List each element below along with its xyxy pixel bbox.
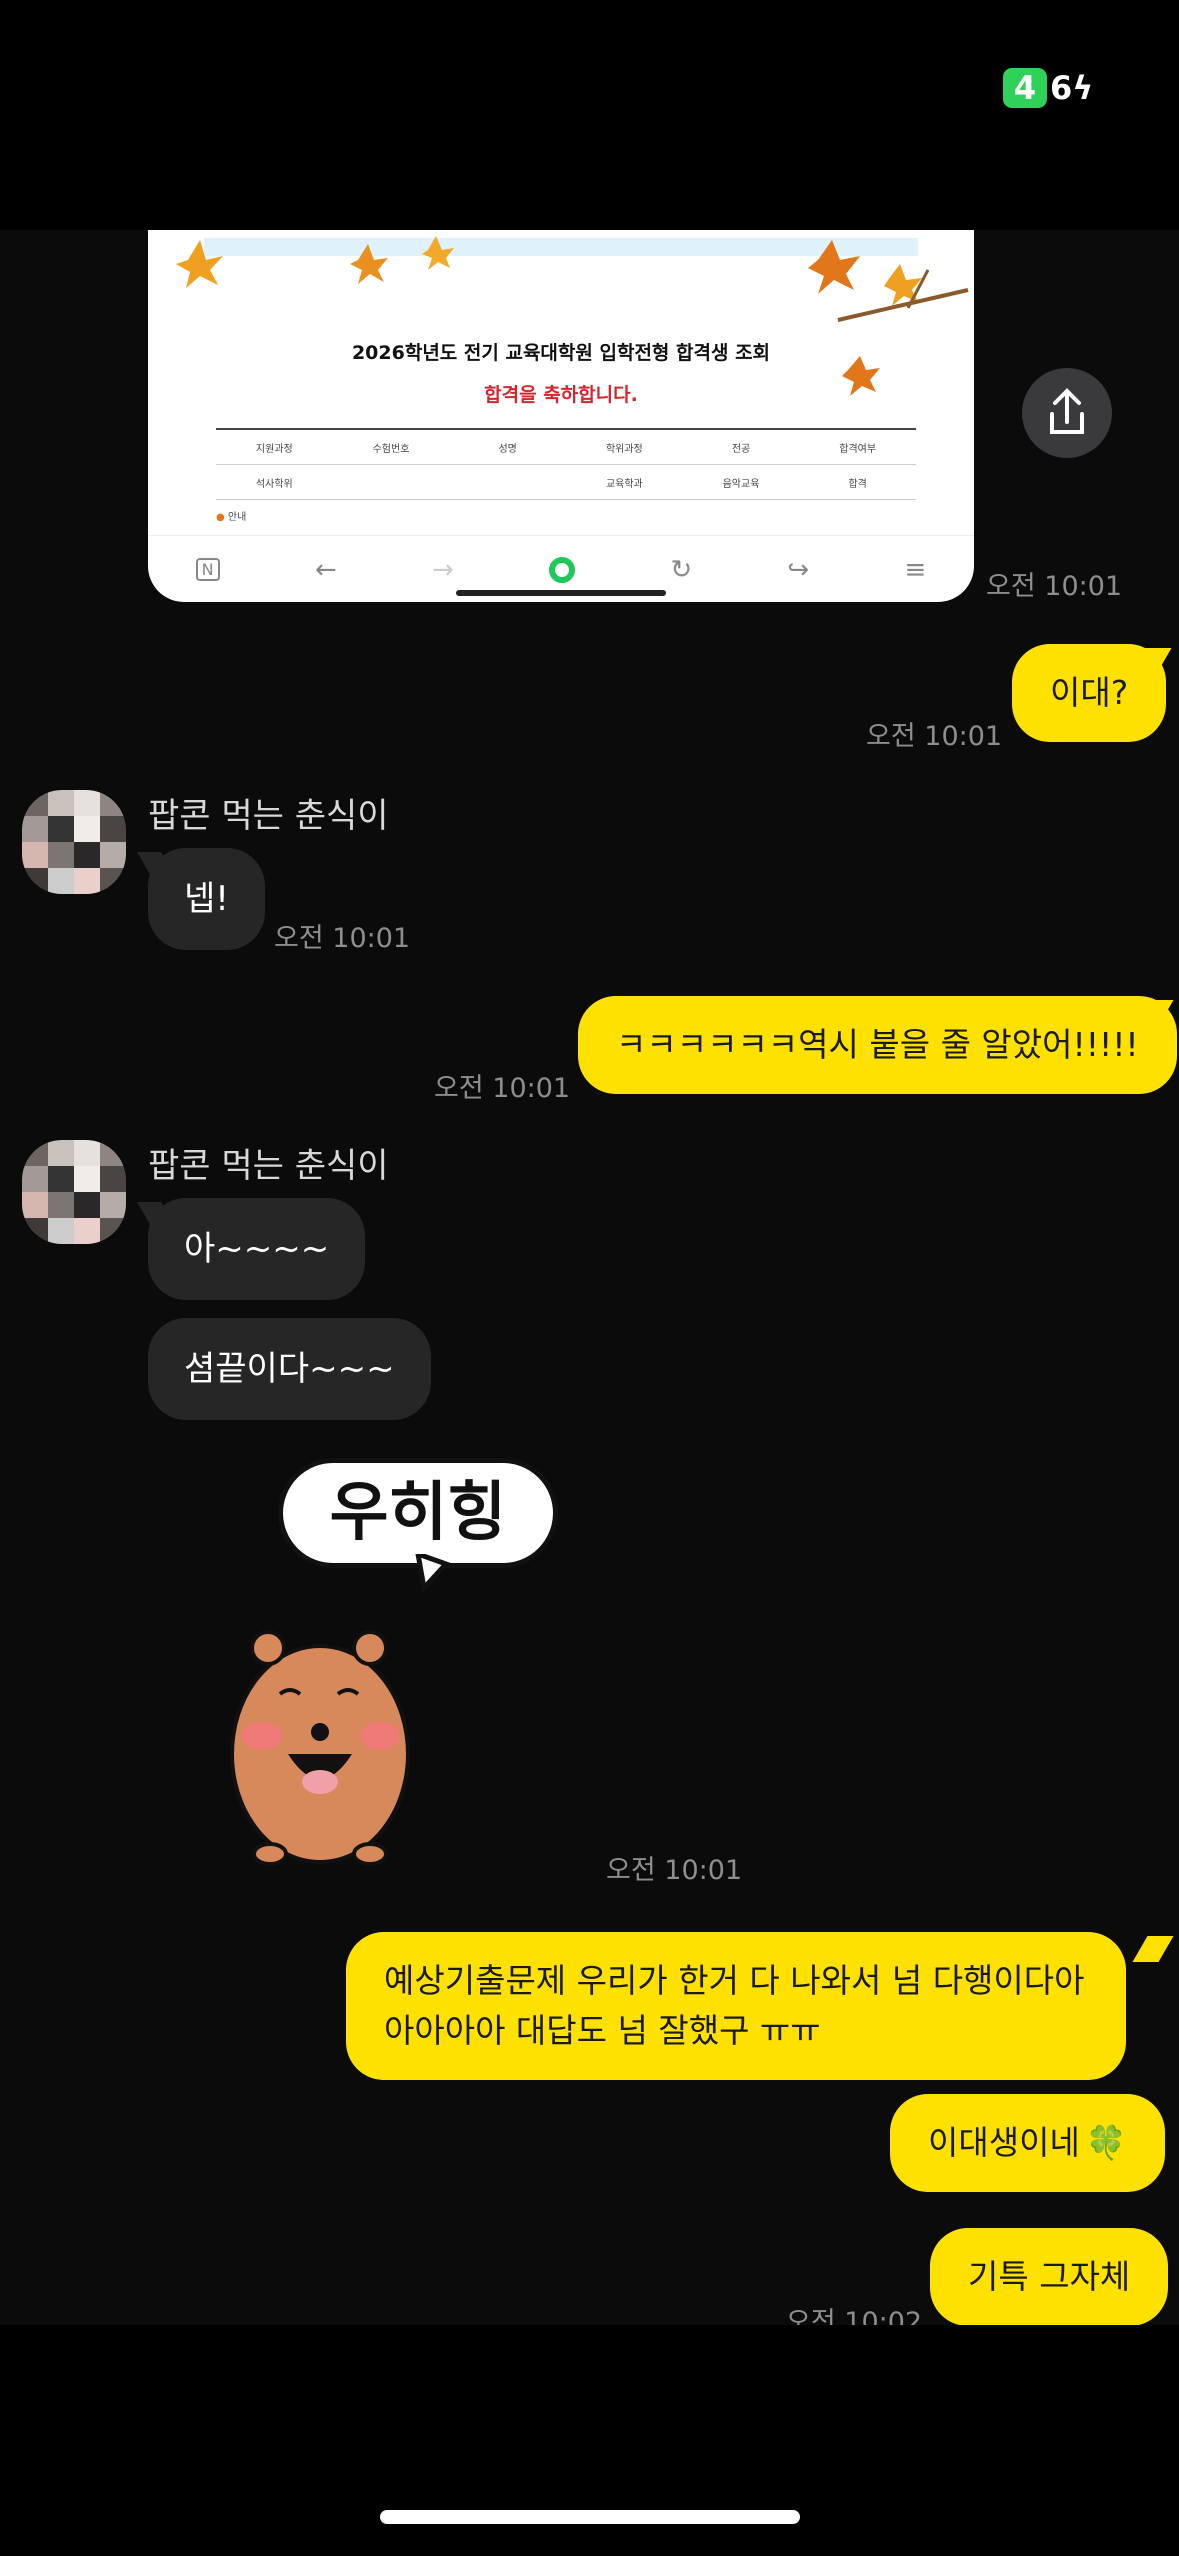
outgoing-message[interactable]: 기특 그자체 [930, 2228, 1169, 2325]
forward-arrow-icon: → [431, 554, 454, 585]
incoming-message[interactable]: 셤끝이다~~~ [148, 1318, 431, 1420]
outgoing-message[interactable]: 이대생이네 🍀 [890, 2094, 1165, 2192]
back-arrow-icon: ← [314, 554, 337, 585]
incoming-message[interactable]: 넵! [148, 848, 265, 950]
table-cell: 석사학위 [255, 478, 293, 490]
avatar[interactable] [22, 1140, 126, 1244]
share-icon [1050, 388, 1084, 434]
table-header-cell: 전공 [731, 443, 751, 455]
reload-icon: ↻ [670, 554, 693, 585]
green-home-icon [549, 556, 576, 583]
table-header-cell: 합격여부 [839, 443, 877, 455]
message-time: 오전 10:02 [786, 2307, 923, 2325]
message-time: 오전 10:01 [434, 1073, 571, 1104]
outgoing-message[interactable]: 예상기출문제 우리가 한거 다 나와서 넘 다행이다아아아아아 대답도 넘 잘했… [346, 1932, 1126, 2080]
menu-icon: ≡ [904, 554, 927, 585]
bubble-tail [1132, 1936, 1174, 1962]
sender-name: 팝콘 먹는 춘식이 [148, 1146, 389, 1186]
table-header-cell: 학위과정 [605, 443, 643, 455]
table-header-cell: 수험번호 [372, 443, 410, 455]
share-arrow-icon: ↪ [787, 554, 810, 585]
image-congrats-text: 합격을 축하합니다. [484, 384, 638, 406]
incoming-message[interactable]: 아~~~~ [148, 1198, 366, 1300]
image-note: ● 안내 [216, 508, 916, 523]
outgoing-message[interactable]: ㅋㅋㅋㅋㅋㅋ역시 붙을 줄 알았어!!!!! [578, 996, 1177, 1094]
share-button[interactable] [1022, 368, 1112, 458]
shared-image-message[interactable]: 2026학년도 전기 교육대학원 입학전형 합격생 조회 합격을 축하합니다. … [148, 230, 974, 602]
image-table-row: 석사학위 교육학과 음악교육 합격 [216, 465, 916, 500]
image-result-table: 지원과정 수험번호 성명 학위과정 전공 합격여부 석사학위 교육학과 음악교육… [216, 428, 916, 523]
image-page-title: 2026학년도 전기 교육대학원 입학전형 합격생 조회 [351, 342, 771, 364]
network-label: 6 [1050, 69, 1073, 107]
home-indicator[interactable] [380, 2510, 800, 2524]
sticker-speech-bubble: 우히힝 [278, 1458, 558, 1568]
sender-name: 팝콘 먹는 춘식이 [148, 796, 389, 836]
message-time: 오전 10:01 [986, 571, 1123, 602]
clover-emoji: 🍀 [1085, 2123, 1127, 2162]
message-time: 오전 10:01 [274, 923, 411, 954]
chat-area[interactable]: 2026학년도 전기 교육대학원 입학전형 합격생 조회 합격을 축하합니다. … [0, 230, 1179, 2325]
image-table-header: 지원과정 수험번호 성명 학위과정 전공 합격여부 [216, 428, 916, 465]
image-home-bar [456, 590, 666, 596]
bullet-icon: ● [216, 512, 225, 523]
naver-icon: N [195, 558, 220, 581]
table-header-cell: 성명 [498, 443, 517, 455]
table-header-cell: 지원과정 [255, 443, 293, 455]
table-cell: 교육학과 [605, 478, 643, 490]
image-note-text: 안내 [227, 512, 247, 523]
message-text: 이대생이네 [928, 2123, 1080, 2162]
battery-indicator: 4 [1003, 68, 1047, 108]
message-time: 오전 10:01 [866, 721, 1003, 752]
status-bar: 4 6ϟ [0, 0, 1179, 230]
table-cell: 합격 [848, 478, 867, 490]
avatar[interactable] [22, 790, 126, 894]
charging-icon: ϟ [1072, 69, 1094, 107]
table-cell: 음악교육 [722, 478, 760, 490]
network-indicator: 6ϟ [1050, 68, 1093, 108]
message-time: 오전 10:01 [606, 1855, 743, 1886]
